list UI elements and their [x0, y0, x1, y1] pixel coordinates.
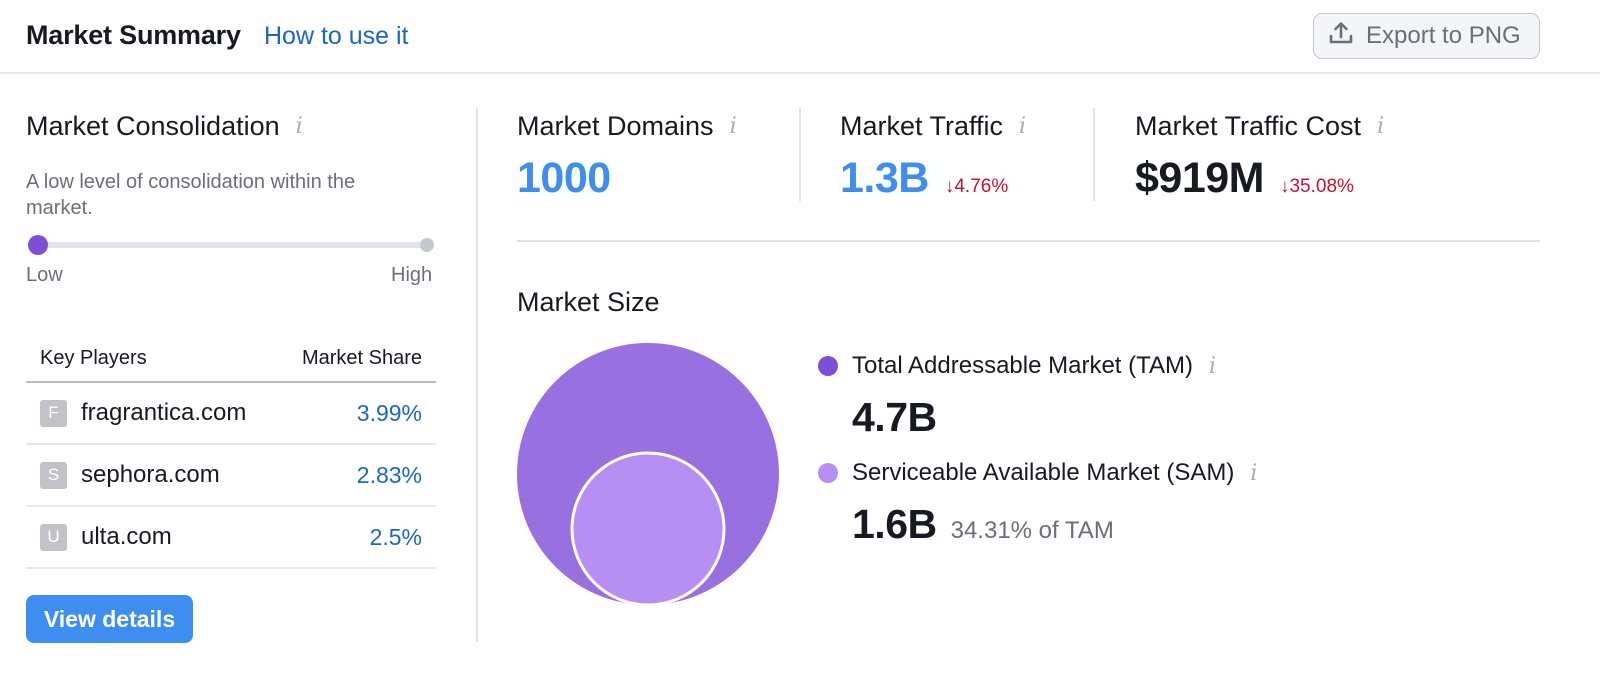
consolidation-description: A low level of consolidation within the …	[26, 171, 356, 219]
col-market-share: Market Share	[301, 347, 422, 369]
info-icon[interactable]: i	[1209, 354, 1216, 379]
sam-label: Serviceable Available Market (SAM)	[852, 459, 1235, 486]
market-share-value: 3.99%	[356, 399, 422, 426]
market-domains-value[interactable]: 1000	[517, 154, 611, 203]
market-domains-label: Market Domains	[517, 111, 714, 141]
legend-sam: Serviceable Available Market (SAM) i 1.6…	[818, 459, 1257, 548]
page-header: Market Summary How to use it Export to P…	[0, 0, 1600, 74]
section-divider	[517, 240, 1540, 242]
sam-circle	[570, 451, 726, 606]
legend-tam: Total Addressable Market (TAM) i 4.7B	[818, 352, 1216, 441]
consolidation-high-marker	[420, 238, 434, 252]
table-row: S sephora.com 2.83%	[26, 445, 436, 507]
market-traffic-cost-label: Market Traffic Cost	[1135, 111, 1362, 141]
table-row: U ulta.com 2.5%	[26, 507, 436, 569]
tam-label: Total Addressable Market (TAM)	[852, 352, 1194, 379]
domain-link[interactable]: sephora.com	[81, 461, 220, 489]
favicon-icon: S	[40, 461, 67, 489]
consolidation-track	[38, 242, 426, 248]
market-size-title: Market Size	[517, 287, 660, 317]
page-title: Market Summary	[26, 20, 241, 50]
key-players-header: Key Players Market Share	[26, 336, 436, 383]
market-traffic-value[interactable]: 1.3B	[840, 154, 929, 203]
info-icon[interactable]: i	[296, 114, 303, 139]
domain-link[interactable]: ulta.com	[81, 523, 172, 551]
consolidation-level-marker	[28, 235, 48, 255]
favicon-icon: U	[40, 523, 67, 551]
how-to-use-link[interactable]: How to use it	[264, 22, 409, 51]
metric-market-traffic: Market Traffic i 1.3B ↓4.76%	[840, 111, 1026, 203]
sam-legend-dot	[818, 463, 838, 483]
metric-divider	[799, 108, 801, 201]
column-divider	[476, 108, 478, 642]
sam-share-of-tam: 34.31% of TAM	[950, 517, 1114, 544]
col-key-players: Key Players	[40, 347, 147, 369]
domain-link[interactable]: fragrantica.com	[81, 399, 246, 427]
metric-market-domains: Market Domains i 1000	[517, 111, 737, 203]
market-traffic-cost-value: $919M	[1135, 154, 1264, 202]
metric-divider	[1093, 108, 1095, 201]
upload-icon	[1328, 20, 1354, 53]
market-consolidation-title: Market Consolidation i	[26, 111, 303, 142]
tam-value: 4.7B	[852, 394, 937, 440]
favicon-icon: F	[40, 399, 67, 427]
market-share-value: 2.5%	[369, 523, 422, 550]
sam-value: 1.6B	[852, 501, 937, 547]
consolidation-level-indicator	[28, 235, 434, 255]
export-png-button[interactable]: Export to PNG	[1313, 13, 1540, 59]
info-icon[interactable]: i	[1377, 114, 1384, 139]
export-button-label: Export to PNG	[1366, 22, 1521, 49]
market-traffic-delta: ↓4.76%	[944, 176, 1009, 197]
info-icon[interactable]: i	[730, 114, 737, 139]
metric-market-traffic-cost: Market Traffic Cost i $919M ↓35.08%	[1135, 111, 1384, 203]
info-icon[interactable]: i	[1250, 461, 1257, 486]
view-details-button[interactable]: View details	[26, 595, 193, 643]
market-size-chart	[517, 343, 779, 606]
info-icon[interactable]: i	[1019, 114, 1026, 139]
market-share-value: 2.83%	[356, 461, 422, 488]
consolidation-low-label: Low	[26, 264, 63, 286]
key-players-table: Key Players Market Share F fragrantica.c…	[26, 336, 436, 569]
market-consolidation-label: Market Consolidation	[26, 111, 280, 141]
consolidation-high-label: High	[391, 264, 433, 286]
table-row: F fragrantica.com 3.99%	[26, 383, 436, 445]
tam-legend-dot	[818, 356, 838, 376]
market-traffic-cost-delta: ↓35.08%	[1279, 176, 1354, 197]
market-traffic-label: Market Traffic	[840, 111, 1004, 141]
